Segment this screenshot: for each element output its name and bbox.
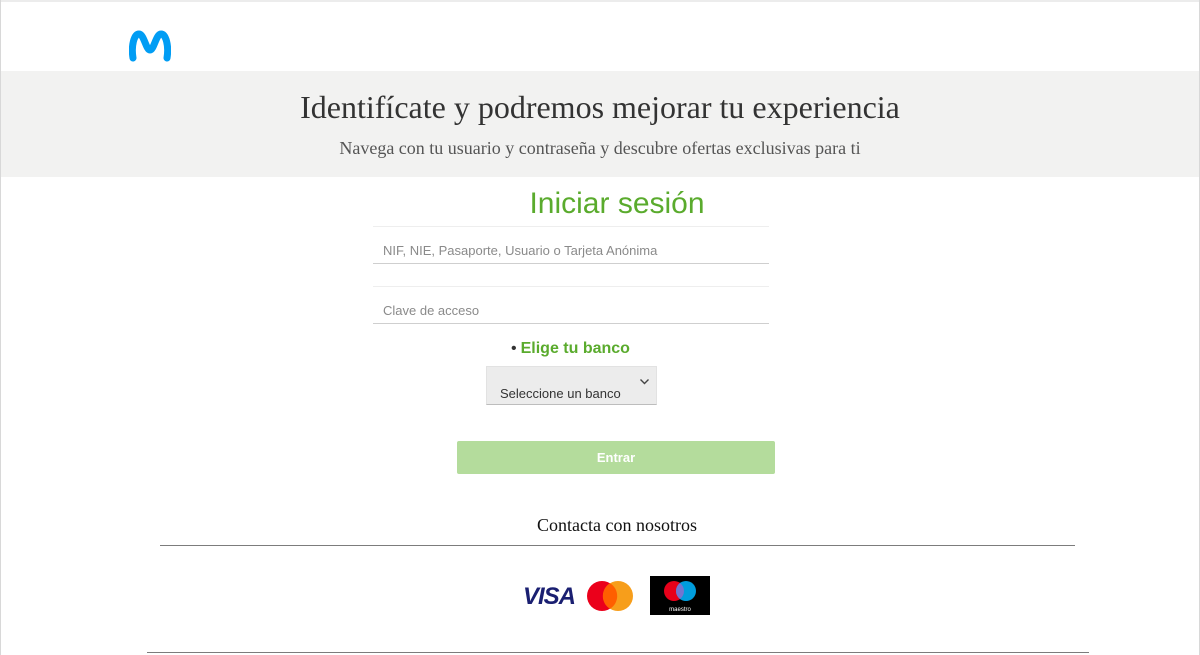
bank-select[interactable]: Seleccione un banco [486, 366, 657, 405]
login-title: Iniciar sesión [529, 187, 705, 220]
top-border [1, 0, 1199, 2]
mastercard-logo-icon [587, 581, 633, 611]
hero-banner: Identifícate y podremos mejorar tu exper… [1, 71, 1199, 177]
user-field-container [373, 226, 769, 264]
password-input[interactable] [373, 287, 769, 323]
maestro-circles-icon [664, 581, 696, 601]
bank-label: • Elige tu banco [511, 340, 630, 358]
bank-label-text: Elige tu banco [520, 340, 630, 357]
hero-subtitle: Navega con tu usuario y contraseña y des… [339, 138, 861, 158]
contact-link[interactable]: Contacta con nosotros [1, 515, 1200, 536]
login-submit-button[interactable]: Entrar [457, 441, 775, 474]
footer-divider-bottom [147, 652, 1089, 653]
footer-divider-top [160, 545, 1075, 546]
chevron-down-icon [640, 379, 649, 385]
visa-logo: VISA [523, 583, 576, 610]
maestro-label: maestro [669, 607, 691, 613]
user-input[interactable] [373, 227, 769, 263]
hero-title: Identifícate y podremos mejorar tu exper… [300, 89, 900, 125]
password-field-container [373, 286, 769, 324]
maestro-logo: maestro [650, 576, 710, 615]
bank-label-bullet: • [511, 340, 517, 357]
bank-select-value: Seleccione un banco [500, 386, 621, 401]
movistar-logo-icon[interactable] [129, 28, 171, 62]
